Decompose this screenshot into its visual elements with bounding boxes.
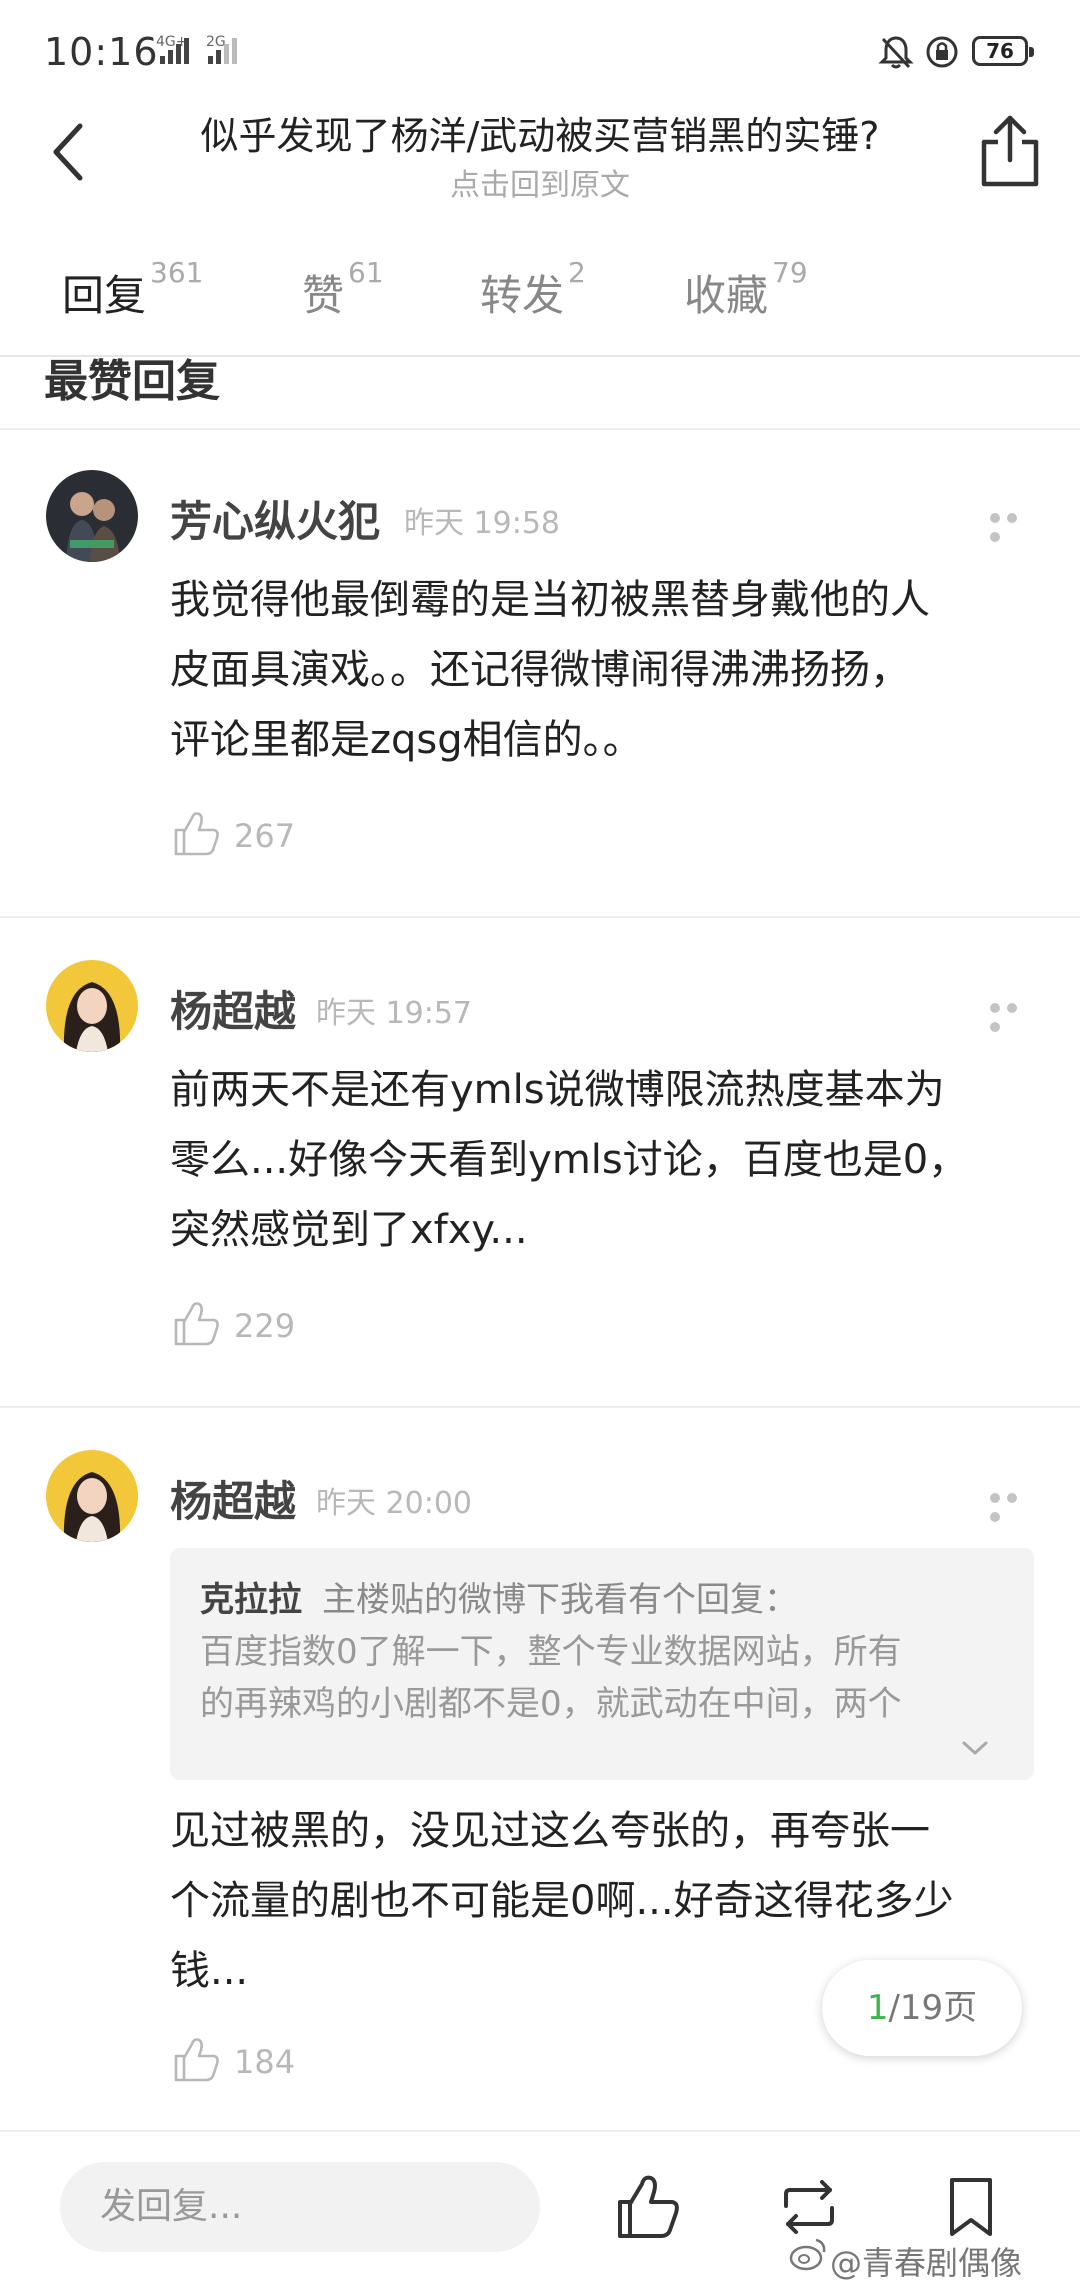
tab-replies[interactable]: 回复 361 xyxy=(62,256,203,323)
quoted-line: 百度指数0了解一下，整个专业数据网站，所有 xyxy=(200,1632,902,1672)
share-icon[interactable] xyxy=(976,112,1044,190)
tab-label: 转发 xyxy=(480,271,565,320)
current-page: 1 xyxy=(866,1988,889,2028)
bookmark-icon[interactable] xyxy=(936,2172,1006,2242)
username[interactable]: 杨超越 xyxy=(170,1468,296,1529)
watermark: @青春剧偶像 xyxy=(830,2244,1023,2282)
comment-line: 零么...好像今天看到ymls讨论，百度也是0， xyxy=(170,1137,969,1183)
avatar[interactable] xyxy=(46,1450,138,1542)
avatar[interactable] xyxy=(46,960,138,1052)
post-title: 似乎发现了杨洋/武动被买营销黑的实锤? xyxy=(200,114,880,158)
comment-line: 见过被黑的，没见过这么夸张的，再夸张一 xyxy=(170,1808,930,1854)
status-bar: 10:16 4G+ 2G 76 xyxy=(0,0,1080,100)
comment-line: 前两天不是还有ymls说微博限流热度基本为 xyxy=(170,1067,945,1113)
tab-reposts[interactable]: 转发 2 xyxy=(480,256,586,323)
thumbs-up-icon[interactable] xyxy=(172,1300,220,1346)
chevron-down-icon[interactable] xyxy=(960,1738,990,1758)
back-icon[interactable] xyxy=(40,112,100,192)
quoted-line: 的再辣鸡的小剧都不是0，就武动在中间，两个 xyxy=(200,1684,902,1724)
lock-rotation-icon xyxy=(926,36,958,68)
tab-count: 79 xyxy=(772,256,808,289)
like-count: 184 xyxy=(234,2043,296,2081)
tab-count: 61 xyxy=(348,256,384,289)
quoted-first-line: 主楼贴的微博下我看有个回复： xyxy=(322,1580,798,1620)
username[interactable]: 芳心纵火犯 xyxy=(170,488,380,549)
comment-line: 突然感觉到了xfxy... xyxy=(170,1207,528,1253)
comment-time: 昨天 19:57 xyxy=(316,996,472,1031)
tab-label: 回复 xyxy=(62,271,147,320)
thumbs-up-icon[interactable] xyxy=(172,2036,220,2082)
tab-count: 2 xyxy=(568,256,586,289)
divider xyxy=(0,1406,1080,1408)
section-title: 最赞回复 xyxy=(44,356,220,407)
quoted-text: 百度指数0了解一下，整个专业数据网站，所有 的再辣鸡的小剧都不是0，就武动在中间… xyxy=(200,1626,1000,1730)
more-options-icon[interactable] xyxy=(990,508,1040,542)
quoted-author[interactable]: 克拉拉 xyxy=(200,1572,302,1621)
back-to-original-link[interactable]: 点击回到原文 xyxy=(120,160,960,204)
comment-line: 个流量的剧也不可能是0啊...好奇这得花多少 xyxy=(170,1878,954,1924)
battery-indicator: 76 xyxy=(972,36,1034,66)
more-options-icon[interactable] xyxy=(990,998,1040,1032)
reply-input[interactable]: 发回复... xyxy=(60,2162,540,2252)
page-indicator-button[interactable]: 1/19页 xyxy=(822,1960,1022,2056)
comment-line: 皮面具演戏。。还记得微博闹得沸沸扬扬， xyxy=(170,647,910,693)
tab-likes[interactable]: 赞 61 xyxy=(302,256,384,323)
divider xyxy=(0,916,1080,918)
tab-favorites[interactable]: 收藏 79 xyxy=(684,256,808,323)
tab-label: 收藏 xyxy=(684,271,769,320)
like-count: 229 xyxy=(234,1307,296,1345)
avatar[interactable] xyxy=(46,470,138,562)
repost-icon[interactable] xyxy=(774,2172,844,2242)
comment-time: 昨天 20:00 xyxy=(316,1486,472,1521)
signal-icon-2 xyxy=(208,38,240,64)
divider xyxy=(0,428,1080,430)
tab-bar: 回复 361 赞 61 转发 2 收藏 79 xyxy=(0,240,1080,357)
signal-icon xyxy=(160,38,192,64)
username[interactable]: 杨超越 xyxy=(170,978,296,1039)
weibo-logo-icon xyxy=(789,2238,826,2271)
total-pages: /19页 xyxy=(888,1988,978,2028)
tab-count: 361 xyxy=(150,256,204,289)
comment-line: 评论里都是zqsg相信的。。 xyxy=(170,717,643,763)
comment-time: 昨天 19:58 xyxy=(404,506,560,541)
status-time: 10:16 xyxy=(44,30,159,74)
comment-line: 我觉得他最倒霉的是当初被黑替身戴他的人 xyxy=(170,577,930,623)
like-count: 267 xyxy=(234,817,296,855)
quoted-reply[interactable]: 克拉拉 主楼贴的微博下我看有个回复： 百度指数0了解一下，整个专业数据网站，所有… xyxy=(170,1548,1034,1780)
more-options-icon[interactable] xyxy=(990,1488,1040,1522)
tab-label: 赞 xyxy=(302,271,345,320)
thumbs-up-icon[interactable] xyxy=(172,810,220,856)
like-post-icon[interactable] xyxy=(612,2172,682,2242)
comment-text: 前两天不是还有ymls说微博限流热度基本为 零么...好像今天看到ymls讨论，… xyxy=(170,1055,1030,1265)
comment-text: 我觉得他最倒霉的是当初被黑替身戴他的人 皮面具演戏。。还记得微博闹得沸沸扬扬， … xyxy=(170,565,1030,775)
bell-mute-icon xyxy=(878,36,914,69)
